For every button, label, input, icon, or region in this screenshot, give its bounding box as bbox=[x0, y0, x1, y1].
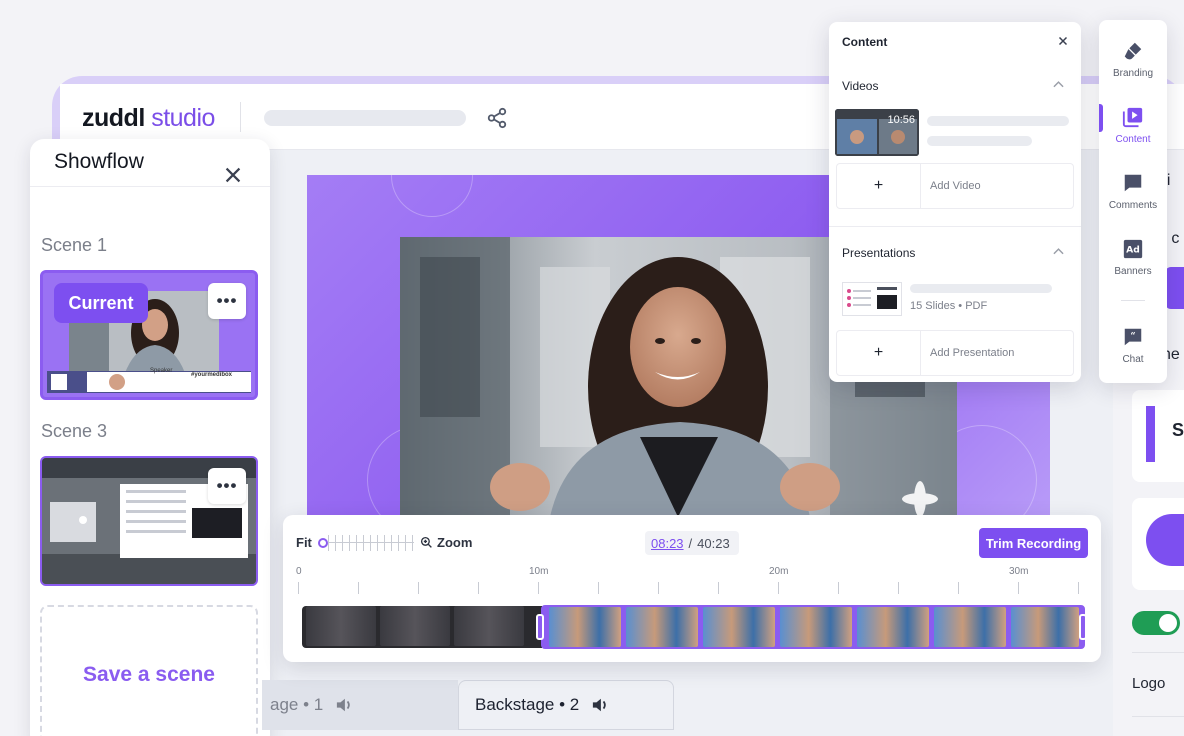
card-accent bbox=[1146, 406, 1155, 462]
add-presentation-label: Add Presentation bbox=[930, 347, 1015, 359]
stage-tab-1-label: age • 1 bbox=[270, 695, 324, 714]
close-icon[interactable] bbox=[222, 164, 244, 186]
stage-tab-1[interactable]: age • 1 bbox=[262, 680, 458, 730]
frame-thumb bbox=[626, 607, 698, 647]
zoom-slider-line bbox=[328, 542, 414, 543]
divider bbox=[1132, 716, 1184, 717]
lower-third-hashtag: #yourmedibox bbox=[191, 372, 233, 378]
rail-divider bbox=[1121, 300, 1145, 301]
add-video-label: Add Video bbox=[930, 180, 981, 192]
zoom-slider-track[interactable] bbox=[328, 535, 414, 551]
frame-thumb bbox=[454, 606, 524, 646]
presentation-thumbnail-image bbox=[847, 287, 897, 309]
video-meta-placeholder bbox=[927, 136, 1032, 146]
rail-label: Branding bbox=[1112, 68, 1154, 79]
scene-1-label: Scene 1 bbox=[41, 235, 108, 255]
speaker-icon bbox=[593, 698, 607, 712]
time-readout: 08:23 / 40:23 bbox=[645, 531, 739, 555]
add-presentation-row[interactable]: + Add Presentation bbox=[836, 330, 1074, 376]
chevron-up-icon[interactable] bbox=[1053, 80, 1064, 88]
svg-text:“: “ bbox=[1130, 331, 1135, 342]
right-panel-button[interactable] bbox=[1165, 267, 1184, 309]
presentation-title-placeholder bbox=[910, 284, 1052, 293]
right-panel-fragment: S bbox=[1172, 420, 1184, 440]
zoom-label: Zoom bbox=[437, 535, 473, 550]
scene-3-more-icon[interactable]: ••• bbox=[208, 468, 246, 504]
topbar-divider bbox=[240, 102, 241, 132]
tick-label: 20m bbox=[769, 566, 789, 577]
tick-label: 10m bbox=[529, 566, 549, 577]
frame-thumb bbox=[857, 607, 929, 647]
total-time: 40:23 bbox=[697, 535, 730, 551]
decor-circle bbox=[391, 175, 473, 217]
time-ruler bbox=[298, 582, 1082, 594]
video-duration: 10:56 bbox=[887, 114, 915, 126]
lower-third-name: Speaker bbox=[150, 368, 173, 374]
scene-1-more-icon[interactable]: ••• bbox=[208, 283, 246, 319]
videos-heading: Videos bbox=[842, 79, 879, 93]
showflow-title: Showflow bbox=[54, 150, 144, 173]
rail-label: Chat bbox=[1122, 354, 1144, 365]
presentation-meta: 15 Slides • PDF bbox=[910, 300, 988, 312]
trim-handle-left[interactable] bbox=[536, 614, 544, 640]
stage-tab-2-label: Backstage • 2 bbox=[475, 695, 580, 714]
divider bbox=[829, 226, 1081, 227]
frame-thumb bbox=[306, 606, 376, 646]
video-thumbnail[interactable]: 10:56 bbox=[835, 109, 919, 156]
trim-recording-button[interactable]: Trim Recording bbox=[979, 528, 1088, 558]
rail-label: Comments bbox=[1108, 200, 1158, 211]
frame-thumb bbox=[380, 606, 450, 646]
toggle-switch[interactable] bbox=[1132, 611, 1180, 635]
plus-icon: + bbox=[837, 164, 921, 208]
zoom-slider-handle[interactable] bbox=[318, 538, 328, 548]
frame-thumb bbox=[1011, 607, 1079, 647]
content-panel-title: Content bbox=[842, 35, 888, 49]
play-library-icon bbox=[1122, 107, 1143, 128]
frame-thumb bbox=[780, 607, 852, 647]
frame-thumb bbox=[549, 607, 621, 647]
speaker-icon bbox=[337, 698, 350, 712]
fit-label: Fit bbox=[296, 535, 312, 550]
trim-handle-right[interactable] bbox=[1079, 614, 1087, 640]
logo-setting-label: Logo bbox=[1132, 675, 1166, 692]
tick-label: 0 bbox=[296, 566, 302, 577]
rail-label: Banners bbox=[1114, 266, 1152, 277]
rail-item-branding[interactable]: Branding bbox=[1099, 40, 1167, 79]
chevron-up-icon[interactable] bbox=[1053, 247, 1064, 255]
plus-icon: + bbox=[837, 331, 921, 375]
rail-item-content[interactable]: Content bbox=[1099, 106, 1167, 145]
session-title-placeholder bbox=[264, 110, 466, 126]
add-video-row[interactable]: + Add Video bbox=[836, 163, 1074, 209]
svg-text:Ad: Ad bbox=[1126, 245, 1140, 256]
rail-label: Content bbox=[1115, 134, 1151, 145]
comment-icon bbox=[1124, 174, 1142, 192]
divider bbox=[1132, 652, 1184, 653]
video-title-placeholder bbox=[927, 116, 1069, 126]
frame-thumb bbox=[934, 607, 1006, 647]
chat-quote-icon: “ bbox=[1124, 328, 1142, 346]
share-icon[interactable] bbox=[486, 107, 508, 129]
save-scene-button[interactable]: Save a scene bbox=[40, 605, 258, 736]
rail-item-banners[interactable]: Ad Banners bbox=[1099, 238, 1167, 277]
current-scene-badge: Current bbox=[54, 283, 148, 323]
rail-item-chat[interactable]: “ Chat bbox=[1099, 326, 1167, 365]
paintbrush-icon bbox=[1124, 42, 1142, 60]
showflow-divider bbox=[30, 186, 270, 187]
rail-item-comments[interactable]: Comments bbox=[1099, 172, 1167, 211]
tick-label: 30m bbox=[1009, 566, 1029, 577]
close-icon[interactable] bbox=[1057, 35, 1069, 47]
presentation-thumbnail[interactable] bbox=[842, 282, 902, 316]
presentations-heading: Presentations bbox=[842, 246, 916, 260]
scene-3-label: Scene 3 bbox=[41, 421, 108, 441]
trimmed-out-frames bbox=[302, 606, 542, 648]
current-time[interactable]: 08:23 bbox=[651, 536, 684, 551]
selected-recording-range[interactable] bbox=[541, 605, 1085, 649]
ad-icon: Ad bbox=[1123, 239, 1143, 259]
time-separator: / bbox=[688, 535, 693, 551]
zuddl-studio-logo: zuddl studio bbox=[82, 104, 215, 132]
zoom-icon bbox=[420, 536, 432, 548]
stage-tab-backstage[interactable]: Backstage • 2 bbox=[458, 680, 674, 730]
frame-thumb bbox=[703, 607, 775, 647]
